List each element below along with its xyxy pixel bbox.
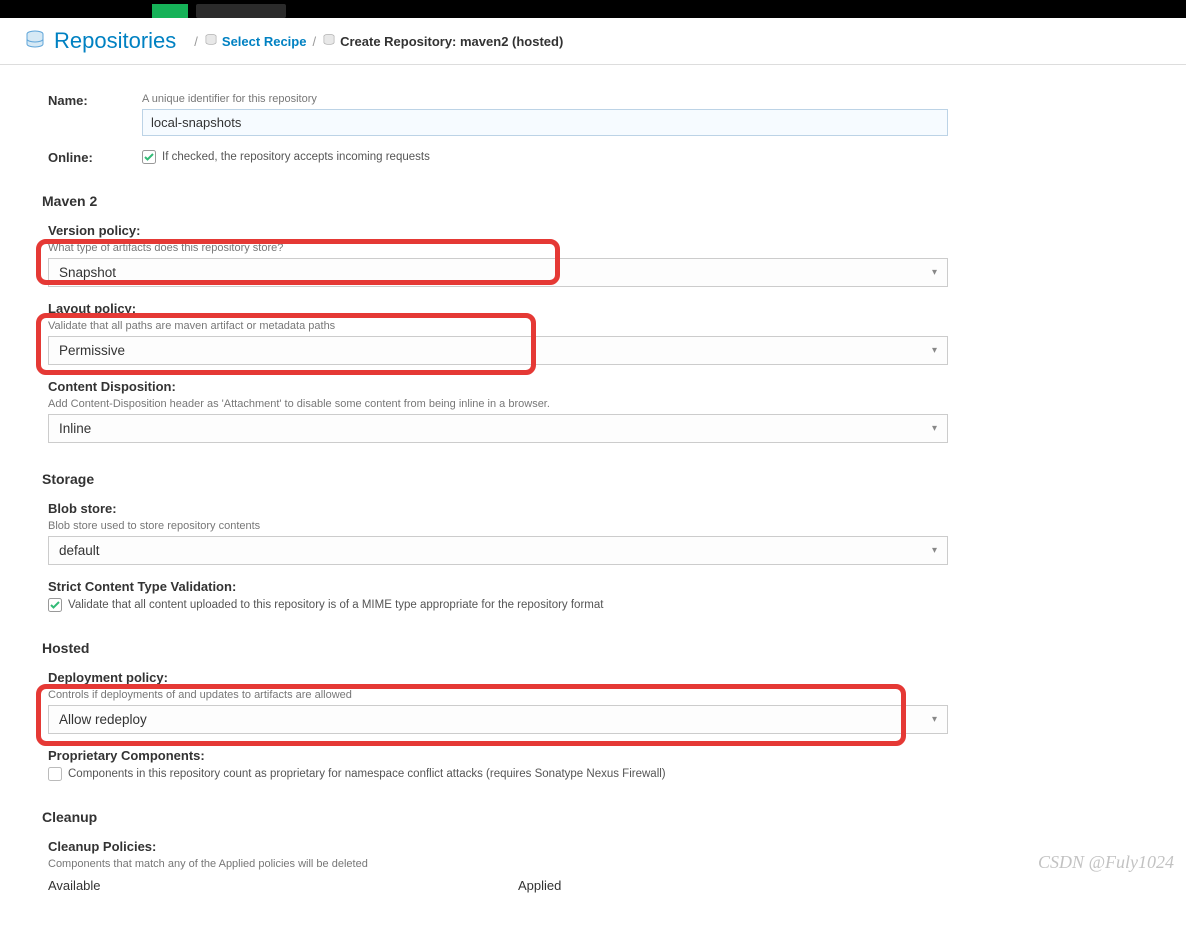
blob-store-label: Blob store: bbox=[48, 501, 1150, 516]
version-policy-label: Version policy: bbox=[48, 223, 1150, 238]
version-policy-field: Version policy: What type of artifacts d… bbox=[48, 223, 1150, 287]
layout-policy-label: Layout policy: bbox=[48, 301, 1150, 316]
name-help: A unique identifier for this repository bbox=[142, 93, 1150, 105]
section-hosted: Hosted bbox=[42, 640, 1150, 656]
toolbar-stub bbox=[196, 4, 286, 18]
version-policy-select[interactable]: Snapshot bbox=[48, 258, 948, 287]
cleanup-available-col: Available bbox=[48, 878, 478, 893]
version-policy-help: What type of artifacts does this reposit… bbox=[48, 242, 1150, 254]
content-disposition-select[interactable]: Inline bbox=[48, 414, 948, 443]
proprietary-components-field: Proprietary Components: Components in th… bbox=[48, 748, 1150, 781]
cleanup-policies-help: Components that match any of the Applied… bbox=[48, 858, 1150, 870]
deployment-policy-field: Deployment policy: Controls if deploymen… bbox=[48, 670, 1150, 734]
form-body: Name: A unique identifier for this repos… bbox=[12, 65, 1186, 935]
active-tab-indicator bbox=[152, 4, 188, 18]
section-cleanup: Cleanup bbox=[42, 809, 1150, 825]
content-disposition-label: Content Disposition: bbox=[48, 379, 1150, 394]
layout-policy-select[interactable]: Permissive bbox=[48, 336, 948, 365]
content-disposition-field: Content Disposition: Add Content-Disposi… bbox=[48, 379, 1150, 443]
content-disposition-value: Inline bbox=[59, 421, 91, 436]
strict-label: Strict Content Type Validation: bbox=[48, 579, 1150, 594]
cleanup-policies-label: Cleanup Policies: bbox=[48, 839, 1150, 854]
online-checkbox[interactable]: If checked, the repository accepts incom… bbox=[142, 150, 1150, 164]
layout-policy-help: Validate that all paths are maven artifa… bbox=[48, 320, 1150, 332]
select-recipe-icon bbox=[204, 33, 218, 50]
online-label: Online: bbox=[48, 150, 142, 165]
strict-validation-field: Strict Content Type Validation: Validate… bbox=[48, 579, 1150, 612]
proprietary-checkbox[interactable]: Components in this repository count as p… bbox=[48, 767, 1150, 781]
strict-checkbox[interactable]: Validate that all content uploaded to th… bbox=[48, 598, 1150, 612]
proprietary-label: Proprietary Components: bbox=[48, 748, 1150, 763]
app-topbar bbox=[0, 0, 1186, 18]
online-row: Online: If checked, the repository accep… bbox=[48, 150, 1150, 165]
name-label: Name: bbox=[48, 93, 142, 108]
version-policy-value: Snapshot bbox=[59, 265, 116, 280]
name-input[interactable] bbox=[142, 109, 948, 136]
deployment-policy-help: Controls if deployments of and updates t… bbox=[48, 689, 1150, 701]
strict-help: Validate that all content uploaded to th… bbox=[68, 599, 603, 611]
breadcrumb-sep: / bbox=[194, 34, 198, 49]
deployment-policy-value: Allow redeploy bbox=[59, 712, 147, 727]
page-title[interactable]: Repositories bbox=[54, 28, 176, 54]
deployment-policy-select[interactable]: Allow redeploy bbox=[48, 705, 948, 734]
repositories-icon bbox=[24, 29, 46, 54]
checkbox-unchecked-icon bbox=[48, 767, 62, 781]
content-disposition-help: Add Content-Disposition header as 'Attac… bbox=[48, 398, 1150, 410]
deployment-policy-label: Deployment policy: bbox=[48, 670, 1150, 685]
blob-store-help: Blob store used to store repository cont… bbox=[48, 520, 1150, 532]
section-maven2: Maven 2 bbox=[42, 193, 1150, 209]
breadcrumb-sep-2: / bbox=[312, 34, 316, 49]
online-help: If checked, the repository accepts incom… bbox=[162, 151, 430, 163]
breadcrumb: Repositories / Select Recipe / Create Re… bbox=[0, 18, 1186, 65]
cleanup-applied-col: Applied bbox=[518, 878, 948, 893]
checkbox-checked-icon bbox=[48, 598, 62, 612]
breadcrumb-select-recipe[interactable]: Select Recipe bbox=[222, 34, 307, 49]
proprietary-help: Components in this repository count as p… bbox=[68, 768, 666, 780]
name-row: Name: A unique identifier for this repos… bbox=[48, 93, 1150, 136]
cleanup-policies-field: Cleanup Policies: Components that match … bbox=[48, 839, 1150, 893]
layout-policy-value: Permissive bbox=[59, 343, 125, 358]
layout-policy-field: Layout policy: Validate that all paths a… bbox=[48, 301, 1150, 365]
blob-store-select[interactable]: default bbox=[48, 536, 948, 565]
blob-store-field: Blob store: Blob store used to store rep… bbox=[48, 501, 1150, 565]
blob-store-value: default bbox=[59, 543, 100, 558]
section-storage: Storage bbox=[42, 471, 1150, 487]
breadcrumb-current: Create Repository: maven2 (hosted) bbox=[340, 34, 563, 49]
checkbox-checked-icon bbox=[142, 150, 156, 164]
create-repo-icon bbox=[322, 33, 336, 50]
